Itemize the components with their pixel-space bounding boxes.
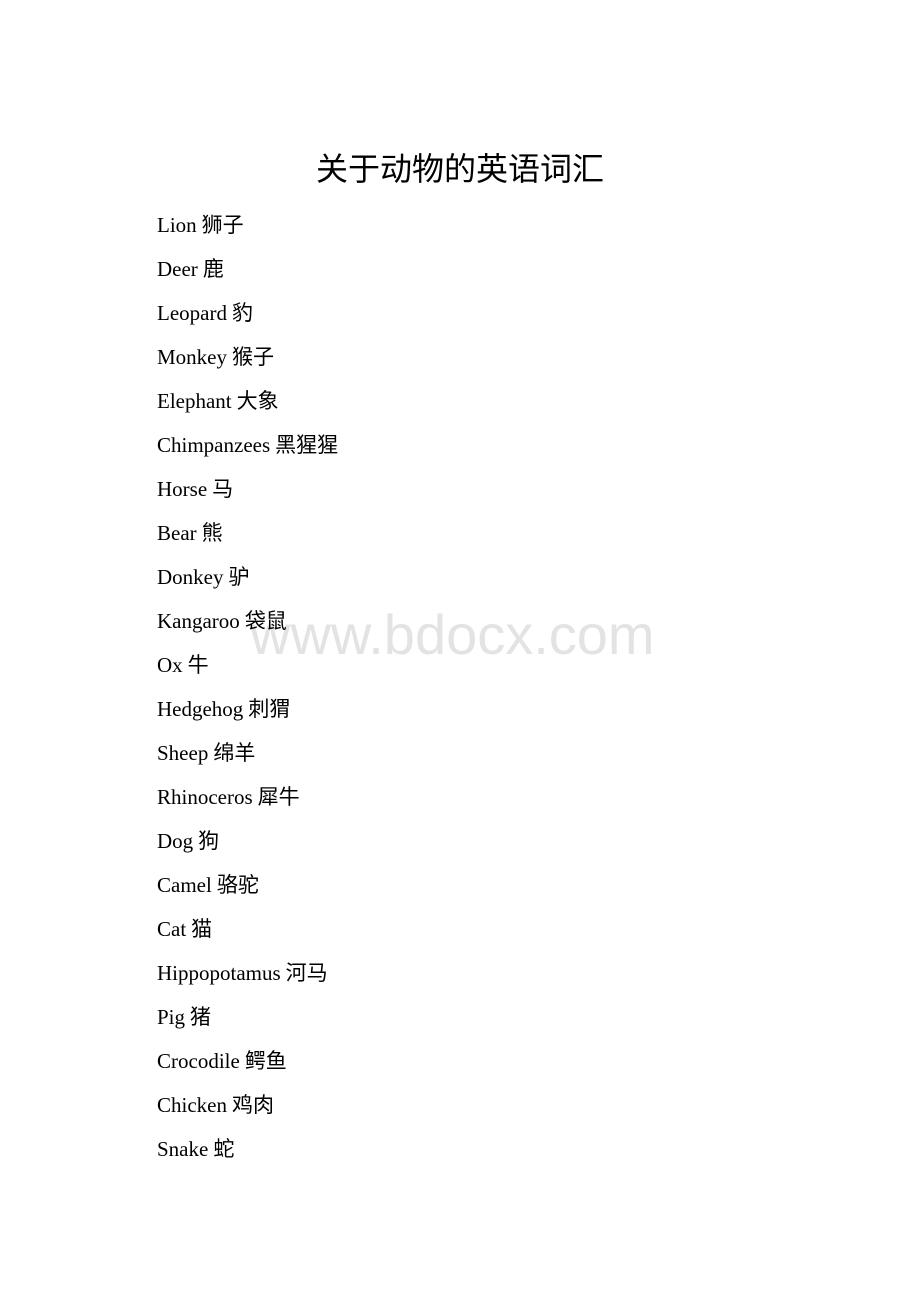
- chinese-translation: 猪: [190, 1005, 212, 1029]
- chinese-translation: 河马: [285, 961, 328, 985]
- page-title: 关于动物的英语词汇: [315, 150, 604, 188]
- list-item: Camel 骆驼: [157, 867, 338, 911]
- list-item: Ox 牛: [157, 647, 338, 691]
- chinese-translation: 狗: [198, 829, 220, 853]
- english-word: Crocodile: [157, 1049, 240, 1073]
- chinese-translation: 驴: [228, 565, 250, 589]
- english-word: Sheep: [157, 741, 209, 765]
- chinese-translation: 绵羊: [213, 741, 256, 765]
- list-item: Chicken 鸡肉: [157, 1087, 338, 1131]
- chinese-translation: 狮子: [201, 213, 244, 237]
- english-word: Leopard: [157, 301, 227, 325]
- english-word: Lion: [157, 213, 197, 237]
- english-word: Hedgehog: [157, 697, 244, 721]
- list-item: Donkey 驴: [157, 559, 338, 603]
- chinese-translation: 蛇: [213, 1137, 235, 1161]
- chinese-translation: 豹: [231, 301, 253, 325]
- list-item: Kangaroo 袋鼠: [157, 603, 338, 647]
- chinese-translation: 牛: [187, 653, 209, 677]
- english-word: Horse: [157, 477, 208, 501]
- chinese-translation: 袋鼠: [244, 609, 287, 633]
- english-word: Camel: [157, 873, 212, 897]
- chinese-translation: 骆驼: [216, 873, 259, 897]
- chinese-translation: 熊: [201, 521, 223, 545]
- chinese-translation: 犀牛: [257, 785, 300, 809]
- chinese-translation: 猫: [191, 917, 213, 941]
- list-item: Snake 蛇: [157, 1131, 338, 1175]
- english-word: Dog: [157, 829, 194, 853]
- list-item: Crocodile 鳄鱼: [157, 1043, 338, 1087]
- english-word: Chimpanzees: [157, 433, 271, 457]
- english-word: Bear: [157, 521, 197, 545]
- list-item: Dog 狗: [157, 823, 338, 867]
- list-item: Cat 猫: [157, 911, 338, 955]
- english-word: Hippopotamus: [157, 961, 281, 985]
- list-item: Elephant 大象: [157, 383, 338, 427]
- list-item: Monkey 猴子: [157, 339, 338, 383]
- list-item: Horse 马: [157, 471, 338, 515]
- list-item: Deer 鹿: [157, 251, 338, 295]
- list-item: Hedgehog 刺猬: [157, 691, 338, 735]
- english-word: Donkey: [157, 565, 224, 589]
- english-word: Pig: [157, 1005, 186, 1029]
- chinese-translation: 刺猬: [248, 697, 291, 721]
- list-item: Rhinoceros 犀牛: [157, 779, 338, 823]
- chinese-translation: 鳄鱼: [244, 1049, 287, 1073]
- chinese-translation: 黑猩猩: [275, 433, 339, 457]
- list-item: Lion 狮子: [157, 207, 338, 251]
- vocabulary-list: Lion 狮子 Deer 鹿 Leopard 豹 Monkey 猴子 Elephant 大…: [157, 207, 338, 1175]
- list-item: Sheep 绵羊: [157, 735, 338, 779]
- list-item: Leopard 豹: [157, 295, 338, 339]
- english-word: Ox: [157, 653, 183, 677]
- chinese-translation: 大象: [236, 389, 279, 413]
- english-word: Monkey: [157, 345, 227, 369]
- chinese-translation: 鹿: [202, 257, 224, 281]
- chinese-translation: 猴子: [232, 345, 274, 369]
- english-word: Deer: [157, 257, 198, 281]
- english-word: Cat: [157, 917, 187, 941]
- list-item: Hippopotamus 河马: [157, 955, 338, 999]
- document-page: 关于动物的英语词汇 www.bdocx.com Lion 狮子 Deer 鹿 Leo…: [0, 0, 920, 1302]
- english-word: Kangaroo: [157, 609, 240, 633]
- english-word: Snake: [157, 1137, 209, 1161]
- english-word: Elephant: [157, 389, 232, 413]
- chinese-translation: 鸡肉: [231, 1093, 274, 1117]
- list-item: Bear 熊: [157, 515, 338, 559]
- list-item: Chimpanzees 黑猩猩: [157, 427, 338, 471]
- english-word: Rhinoceros: [157, 785, 253, 809]
- chinese-translation: 马: [212, 477, 234, 501]
- list-item: Pig 猪: [157, 999, 338, 1043]
- english-word: Chicken: [157, 1093, 227, 1117]
